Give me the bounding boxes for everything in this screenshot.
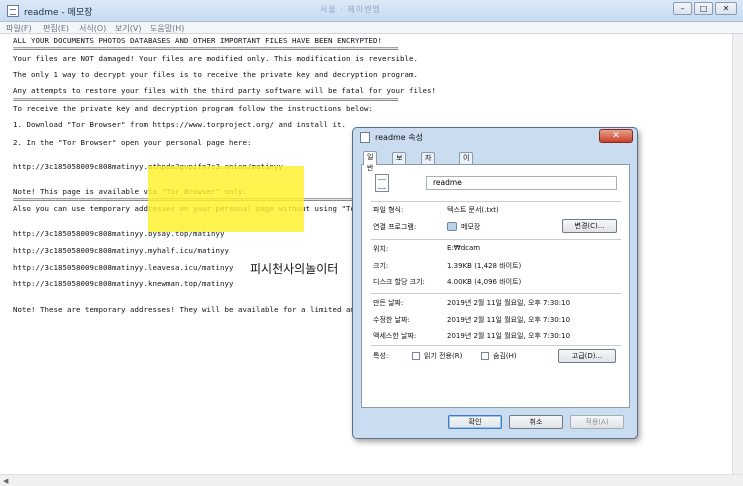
text-line: 2. In the "Tor Browser" open your person…: [13, 138, 252, 147]
properties-dialog: readme 속성 ✕ 일반 보안 자세히 이전 버전 readme 파일 형식…: [352, 127, 638, 439]
accessed-value: 2019년 2월 11일 월요일, 오후 7:30:10: [447, 332, 571, 340]
text-line: The only 1 way to decrypt your files is …: [13, 70, 418, 79]
modified-value: 2019년 2월 11일 월요일, 오후 7:30:10: [447, 316, 571, 324]
filename-input[interactable]: readme: [426, 176, 617, 190]
window-controls: – □ ✕: [673, 2, 737, 15]
close-button[interactable]: ✕: [715, 2, 737, 15]
tab-previous-versions[interactable]: 이전 버전: [459, 152, 474, 195]
hidden-checkbox[interactable]: [481, 352, 489, 360]
ok-button[interactable]: 확인: [448, 415, 502, 429]
general-panel: readme 파일 형식: 텍스트 문서(.txt) 연결 프로그램: 메모장 …: [361, 164, 630, 408]
open-with-value: 메모장: [461, 223, 481, 231]
hidden-label: 숨김(H): [493, 352, 517, 360]
text-line: ========================================…: [13, 44, 399, 53]
menu-file[interactable]: 파일(F): [6, 23, 32, 34]
vertical-scrollbar[interactable]: [732, 34, 743, 474]
size-value: 1.39KB (1,428 바이트): [447, 262, 522, 270]
location-label: 위치:: [373, 245, 389, 253]
text-line: Note! These are temporary addresses! The…: [13, 305, 355, 314]
dialog-titlebar[interactable]: readme 속성 ✕: [353, 128, 637, 147]
menu-edit[interactable]: 편집(E): [43, 23, 69, 34]
horizontal-scrollbar[interactable]: ◀: [0, 474, 743, 486]
change-button[interactable]: 변경(C)...: [562, 219, 617, 233]
maximize-button[interactable]: □: [694, 2, 713, 15]
yellow-highlight-box: [148, 166, 304, 232]
advanced-button[interactable]: 고급(D)...: [558, 349, 616, 363]
readonly-checkbox[interactable]: [412, 352, 420, 360]
menu-format[interactable]: 서식(O): [79, 23, 106, 34]
text-line: To receive the private key and decryptio…: [13, 104, 373, 113]
attributes-label: 특성:: [373, 352, 389, 360]
dialog-title: readme 속성: [375, 133, 423, 142]
text-line: Your files are NOT damaged! Your files a…: [13, 54, 418, 63]
type-value: 텍스트 문서(.txt): [447, 206, 499, 214]
scroll-left-arrow-icon[interactable]: ◀: [3, 477, 8, 485]
open-with-label: 연결 프로그램:: [373, 223, 417, 231]
text-line: ========================================…: [13, 95, 399, 104]
disk-size-value: 4.00KB (4,096 바이트): [447, 278, 522, 286]
apply-button[interactable]: 적용(A): [570, 415, 624, 429]
notepad-app-icon: [447, 222, 457, 231]
created-label: 만든 날짜:: [373, 299, 404, 307]
minimize-button[interactable]: –: [673, 2, 692, 15]
readonly-label: 읽기 전용(R): [424, 352, 463, 360]
tab-details[interactable]: 자세히: [421, 152, 436, 184]
divider: [371, 293, 621, 294]
type-label: 파일 형식:: [373, 206, 404, 214]
disk-size-label: 디스크 할당 크기:: [373, 278, 425, 286]
created-value: 2019년 2월 11일 월요일, 오후 7:30:10: [447, 299, 571, 307]
window-title: readme - 메모장: [24, 8, 93, 18]
menu-view[interactable]: 보기(V): [115, 23, 141, 34]
location-value: E:₩dcam: [447, 244, 481, 252]
tab-security[interactable]: 보안: [392, 152, 407, 173]
text-line: http://3c185058009c808matinyy.myhalf.icu…: [13, 246, 229, 255]
dialog-close-button[interactable]: ✕: [599, 129, 633, 143]
divider: [371, 345, 621, 346]
accessed-label: 액세스한 날짜:: [373, 332, 417, 340]
text-line: http://3c185058009c808matinyy.knewman.to…: [13, 279, 234, 288]
text-line: http://3c185058009c808matinyy.leavesa.ic…: [13, 263, 234, 272]
tab-general[interactable]: 일반: [363, 151, 378, 172]
size-label: 크기:: [373, 262, 389, 270]
menu-help[interactable]: 도움말(H): [150, 23, 184, 34]
cancel-button[interactable]: 취소: [509, 415, 563, 429]
text-file-icon: [375, 174, 389, 192]
text-line: Any attempts to restore your files with …: [13, 86, 436, 95]
text-line: 1. Download "Tor Browser" from https://w…: [13, 120, 346, 129]
document-icon: [360, 132, 370, 143]
menu-bar: 파일(F) 편집(E) 서식(O) 보기(V) 도움말(H): [0, 22, 743, 34]
titlebar-blurred-text: 서울 · 제이엔엠: [320, 5, 381, 14]
divider: [371, 201, 621, 202]
watermark-text: 피시천사의놀이터: [250, 262, 339, 276]
notepad-icon: [7, 5, 19, 17]
notepad-titlebar[interactable]: readme - 메모장 서울 · 제이엔엠 – □ ✕: [0, 0, 743, 22]
modified-label: 수정한 날짜:: [373, 316, 410, 324]
divider: [371, 239, 621, 240]
